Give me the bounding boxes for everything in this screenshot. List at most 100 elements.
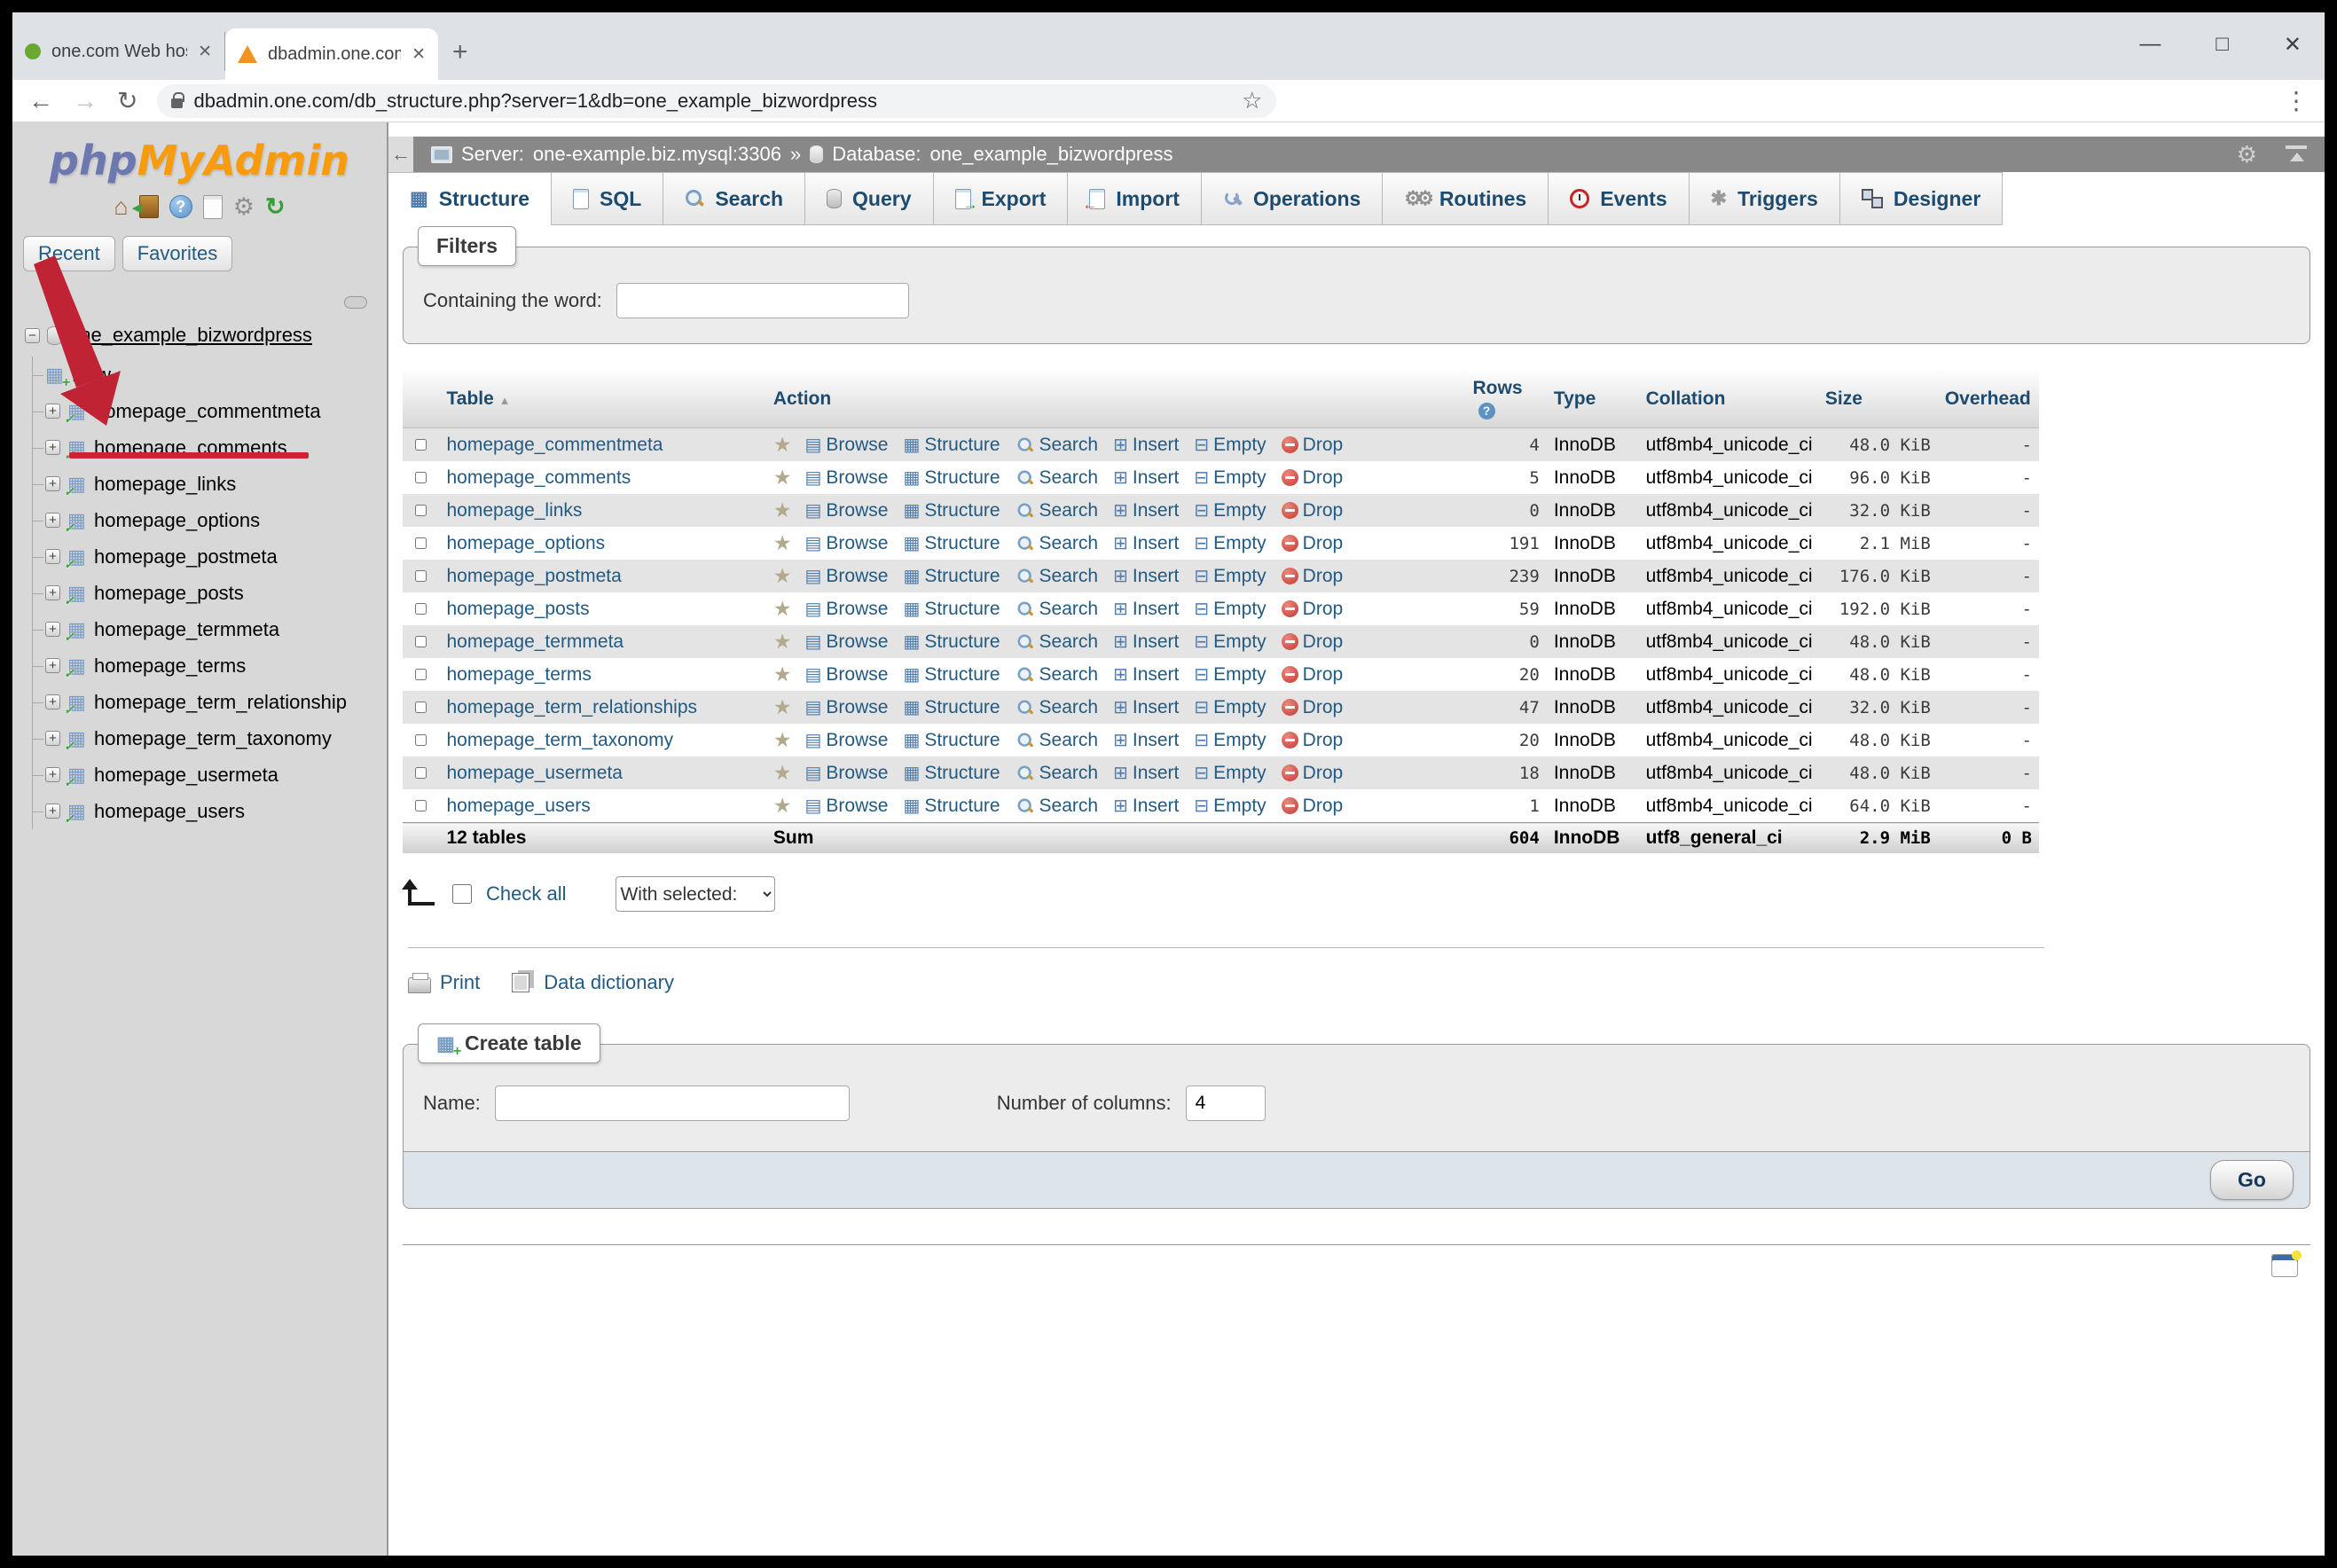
favorites-button[interactable]: Favorites xyxy=(122,236,233,271)
sidebar-table-item[interactable]: + ▦ ✓ homepage_users xyxy=(33,793,387,829)
empty-link[interactable]: ⊟ Empty xyxy=(1194,500,1266,521)
empty-link[interactable]: ⊟ Empty xyxy=(1194,631,1266,653)
tab-search[interactable]: Search xyxy=(663,172,806,225)
expand-icon[interactable]: + xyxy=(45,440,60,455)
size[interactable]: 64.0 KiB xyxy=(1818,789,1938,823)
structure-link[interactable]: ▦ Structure xyxy=(903,763,1000,784)
documentation-icon[interactable] xyxy=(202,194,223,219)
insert-link[interactable]: ⊞ Insert xyxy=(1113,631,1179,653)
reload-icon[interactable]: ↻ xyxy=(117,86,137,115)
favorite-star-icon[interactable]: ★ xyxy=(773,597,792,621)
browse-link[interactable]: ▤ Browse xyxy=(805,500,889,521)
row-checkbox[interactable] xyxy=(415,471,427,483)
size[interactable]: 48.0 KiB xyxy=(1818,625,1938,658)
scroll-left-button[interactable]: ← xyxy=(388,137,413,172)
columns-count-input[interactable] xyxy=(1185,1086,1266,1121)
row-checkbox[interactable] xyxy=(415,701,427,713)
empty-link[interactable]: ⊟ Empty xyxy=(1194,664,1266,686)
drop-link[interactable]: Drop xyxy=(1281,730,1343,751)
search-link[interactable]: Search xyxy=(1016,467,1098,489)
row-checkbox[interactable] xyxy=(415,569,427,582)
sidebar-table-item[interactable]: + ▦ ✓ homepage_posts xyxy=(33,575,387,611)
expand-icon[interactable]: + xyxy=(45,731,60,746)
search-link[interactable]: Search xyxy=(1016,796,1098,817)
new-table-item[interactable]: ▦ + New xyxy=(33,357,387,393)
sidebar-table-item[interactable]: + ▦ ✓ homepage_commentmeta xyxy=(33,393,387,429)
search-link[interactable]: Search xyxy=(1016,566,1098,587)
favorite-star-icon[interactable]: ★ xyxy=(773,531,792,555)
panel-grip-icon[interactable] xyxy=(344,296,367,309)
refresh-icon[interactable]: ↻ xyxy=(265,194,286,219)
structure-link[interactable]: ▦ Structure xyxy=(903,697,1000,718)
structure-link[interactable]: ▦ Structure xyxy=(903,664,1000,686)
print-link[interactable]: Print xyxy=(440,971,480,994)
empty-link[interactable]: ⊟ Empty xyxy=(1194,467,1266,489)
tab-close-icon[interactable]: ✕ xyxy=(198,42,212,62)
table-name-input[interactable] xyxy=(494,1086,850,1121)
browse-link[interactable]: ▤ Browse xyxy=(805,730,889,751)
drop-link[interactable]: Drop xyxy=(1281,566,1343,587)
favorite-star-icon[interactable]: ★ xyxy=(773,794,792,818)
row-checkbox[interactable] xyxy=(415,668,427,680)
sidebar-table-item[interactable]: + ▦ ✓ homepage_terms xyxy=(33,647,387,684)
insert-link[interactable]: ⊞ Insert xyxy=(1113,467,1179,489)
drop-link[interactable]: Drop xyxy=(1281,664,1343,686)
with-selected-select[interactable]: With selected: xyxy=(616,876,776,912)
sidebar-table-item[interactable]: + ▦ ✓ homepage_term_relationship xyxy=(33,684,387,720)
size[interactable]: 176.0 KiB xyxy=(1818,560,1938,592)
header-collation[interactable]: Collation xyxy=(1638,371,1818,428)
table-name-link[interactable]: homepage_term_taxonomy xyxy=(447,730,674,750)
empty-link[interactable]: ⊟ Empty xyxy=(1194,533,1266,554)
structure-link[interactable]: ▦ Structure xyxy=(903,533,1000,554)
size[interactable]: 2.1 MiB xyxy=(1818,527,1938,560)
sidebar-table-link[interactable]: homepage_term_relationship xyxy=(94,691,347,714)
empty-link[interactable]: ⊟ Empty xyxy=(1194,796,1266,817)
search-link[interactable]: Search xyxy=(1016,533,1098,554)
drop-link[interactable]: Drop xyxy=(1281,500,1343,521)
expand-icon[interactable]: + xyxy=(45,658,60,673)
server-link[interactable]: one-example.biz.mysql:3306 xyxy=(533,143,781,166)
insert-link[interactable]: ⊞ Insert xyxy=(1113,796,1179,817)
header-type[interactable]: Type xyxy=(1546,371,1639,428)
insert-link[interactable]: ⊞ Insert xyxy=(1113,435,1179,456)
favorite-star-icon[interactable]: ★ xyxy=(773,564,792,588)
browse-link[interactable]: ▤ Browse xyxy=(805,533,889,554)
table-name-link[interactable]: homepage_comments xyxy=(447,467,631,488)
favorite-star-icon[interactable]: ★ xyxy=(773,761,792,785)
sidebar-table-link[interactable]: homepage_termmeta xyxy=(94,618,279,641)
tab-export[interactable]: → Export xyxy=(932,172,1069,225)
row-checkbox[interactable] xyxy=(415,733,427,746)
structure-link[interactable]: ▦ Structure xyxy=(903,631,1000,653)
row-checkbox[interactable] xyxy=(415,504,427,516)
table-name-link[interactable]: homepage_links xyxy=(447,500,583,521)
search-link[interactable]: Search xyxy=(1016,435,1098,456)
row-checkbox[interactable] xyxy=(415,602,427,615)
expand-icon[interactable]: + xyxy=(45,622,60,637)
size[interactable]: 32.0 KiB xyxy=(1818,691,1938,724)
header-overhead[interactable]: Overhead xyxy=(1937,371,2039,428)
table-name-link[interactable]: homepage_termmeta xyxy=(447,631,624,652)
insert-link[interactable]: ⊞ Insert xyxy=(1113,500,1179,521)
size[interactable]: 48.0 KiB xyxy=(1818,757,1938,789)
sidebar-table-item[interactable]: + ▦ ✓ homepage_term_taxonomy xyxy=(33,720,387,757)
expand-icon[interactable]: + xyxy=(45,694,60,710)
browse-link[interactable]: ▤ Browse xyxy=(805,631,889,653)
table-name-link[interactable]: homepage_term_relationships xyxy=(447,697,698,717)
table-name-link[interactable]: homepage_terms xyxy=(447,664,592,685)
help-icon[interactable]: ? xyxy=(169,195,192,218)
browse-link[interactable]: ▤ Browse xyxy=(805,796,889,817)
header-table[interactable]: Table ▲ xyxy=(439,371,766,428)
sidebar-table-item[interactable]: + ▦✓ homepage_comments xyxy=(33,429,387,466)
size[interactable]: 96.0 KiB xyxy=(1818,461,1938,494)
drop-link[interactable]: Drop xyxy=(1281,763,1343,784)
database-link[interactable]: one_example_bizwordpress xyxy=(69,324,312,347)
drop-link[interactable]: Drop xyxy=(1281,697,1343,718)
sidebar-table-link[interactable]: homepage_terms xyxy=(94,655,246,678)
containing-word-input[interactable] xyxy=(616,283,909,318)
sidebar-table-item[interactable]: + ▦ ✓ homepage_usermeta xyxy=(33,757,387,793)
size[interactable]: 48.0 KiB xyxy=(1818,658,1938,691)
insert-link[interactable]: ⊞ Insert xyxy=(1113,763,1179,784)
browse-link[interactable]: ▤ Browse xyxy=(805,697,889,718)
insert-link[interactable]: ⊞ Insert xyxy=(1113,566,1179,587)
expand-icon[interactable]: + xyxy=(45,767,60,782)
